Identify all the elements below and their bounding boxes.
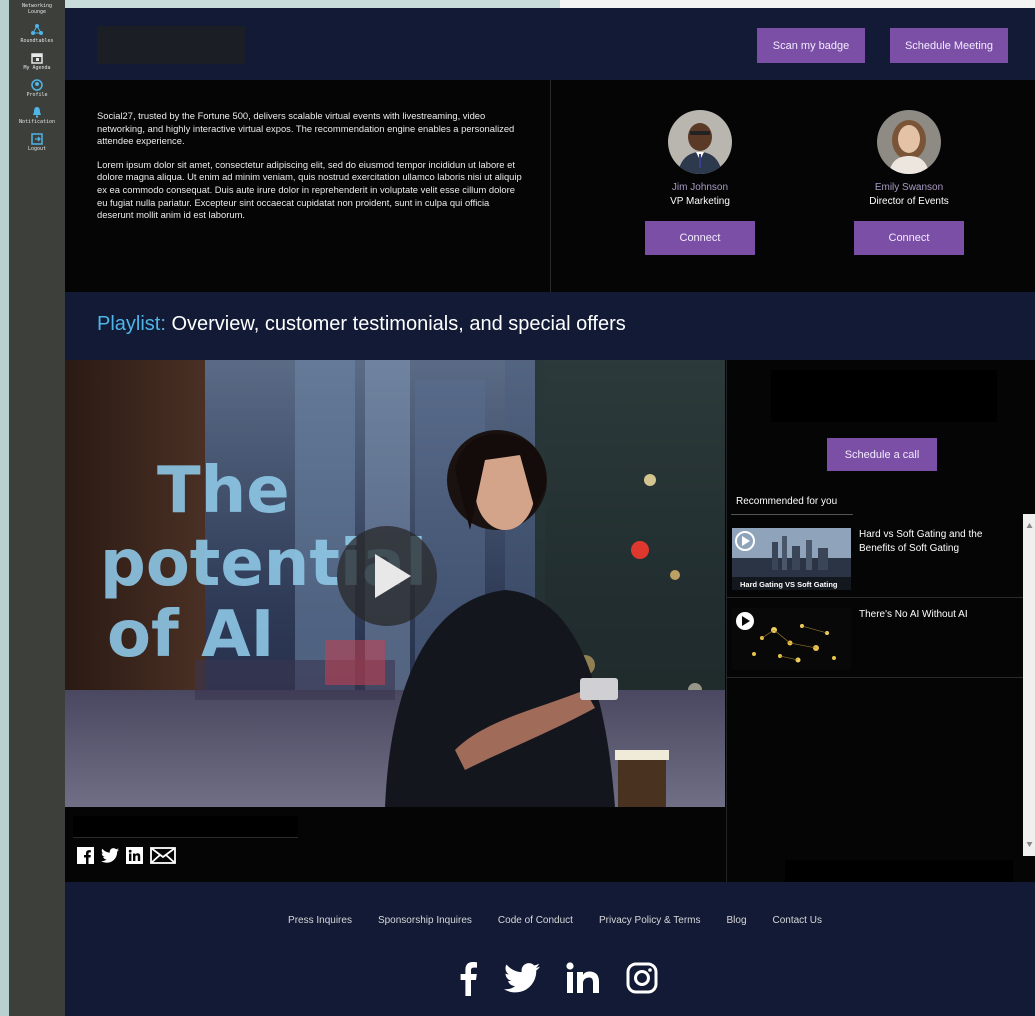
speaker-title: VP Marketing	[670, 196, 730, 207]
schedule-call-button[interactable]: Schedule a call	[827, 438, 937, 471]
email-icon[interactable]	[150, 847, 176, 864]
side-label: Roundtables	[20, 38, 54, 44]
overlay-line: The	[157, 454, 290, 528]
side-label: Logout	[27, 146, 47, 152]
footer-link-privacy[interactable]: Privacy Policy & Terms	[599, 915, 701, 926]
list-item[interactable]: There's No AI Without AI	[727, 600, 1027, 678]
bell-icon	[33, 107, 41, 118]
schedule-meeting-button[interactable]: Schedule Meeting	[890, 28, 1008, 63]
footer-link-press[interactable]: Press Inquires	[288, 915, 352, 926]
video-meta	[65, 807, 725, 882]
connect-button[interactable]: Connect	[854, 221, 964, 255]
footer-links: Press Inquires Sponsorship Inquires Code…	[65, 915, 1035, 926]
sidebar: Networking Lounge Roundtables My Agenda …	[9, 0, 65, 1016]
video-thumbnail[interactable]	[732, 608, 851, 670]
linkedin-icon[interactable]	[126, 847, 143, 864]
side-label: Profile	[26, 92, 48, 98]
calendar-icon	[31, 53, 43, 64]
recommendation-panel: Schedule a call Recommended for you Hard…	[726, 360, 1035, 882]
recommended-title[interactable]: There's No AI Without AI	[859, 608, 1009, 622]
footer-link-conduct[interactable]: Code of Conduct	[498, 915, 573, 926]
sponsor-logo	[771, 370, 997, 422]
event-logo	[97, 26, 245, 64]
about-paragraph: Lorem ipsum dolor sit amet, consectetur …	[97, 158, 522, 221]
playlist-name: Overview, customer testimonials, and spe…	[171, 313, 626, 335]
footer-social	[65, 960, 1035, 996]
sidebar-item-notification[interactable]: Notification	[9, 106, 65, 125]
playlist-label: Playlist:	[97, 313, 166, 335]
footer-link-blog[interactable]: Blog	[726, 915, 746, 926]
divider	[550, 80, 551, 292]
sidebar-item-profile[interactable]: Profile	[9, 79, 65, 98]
sidebar-item-roundtables[interactable]: Roundtables	[9, 23, 65, 44]
recommended-heading: Recommended for you	[736, 496, 838, 507]
page-footer: Press Inquires Sponsorship Inquires Code…	[65, 882, 1035, 1016]
sidebar-item-networking-lounge[interactable]: Networking Lounge	[9, 2, 65, 15]
play-button[interactable]	[337, 526, 437, 626]
sidebar-item-my-agenda[interactable]: My Agenda	[9, 52, 65, 71]
playlist-header: Playlist: Overview, customer testimonial…	[65, 292, 1035, 360]
screen-crop-strip	[560, 0, 1035, 8]
speaker-title: Director of Events	[869, 196, 949, 207]
scan-badge-button[interactable]: Scan my badge	[757, 28, 865, 63]
twitter-icon[interactable]	[504, 963, 540, 993]
video-player[interactable]: The potential of AI	[65, 360, 725, 807]
logout-icon	[31, 133, 43, 145]
overlay-line: of AI	[107, 598, 274, 672]
about-text: Social27, trusted by the Fortune 500, de…	[97, 110, 527, 233]
avatar[interactable]	[877, 110, 941, 174]
connect-button[interactable]: Connect	[645, 221, 755, 255]
speaker-card: Emily Swanson Director of Events Connect	[839, 110, 979, 255]
avatar[interactable]	[668, 110, 732, 174]
left-edge	[0, 0, 9, 1016]
info-section: Social27, trusted by the Fortune 500, de…	[65, 80, 1035, 292]
profile-icon	[31, 79, 43, 91]
side-label: Notification	[18, 119, 56, 125]
twitter-icon[interactable]	[101, 848, 119, 863]
footer-link-sponsorship[interactable]: Sponsorship Inquires	[378, 915, 472, 926]
facebook-icon[interactable]	[77, 847, 94, 864]
speaker-name: Emily Swanson	[874, 182, 944, 193]
speaker-card: Jim Johnson VP Marketing Connect	[630, 110, 770, 255]
network-icon	[31, 24, 43, 35]
footer-link-contact[interactable]: Contact Us	[773, 915, 822, 926]
thumb-caption: Hard Gating VS Soft Gating	[740, 580, 838, 589]
main-content: Scan my badge Schedule Meeting Social27,…	[65, 8, 1035, 1016]
recommended-title[interactable]: Hard vs Soft Gating and the Benefits of …	[859, 528, 1009, 556]
share-icons	[77, 847, 176, 864]
instagram-icon[interactable]	[626, 962, 658, 994]
side-label: My Agenda	[23, 65, 51, 71]
panel-footer-bar	[785, 860, 1013, 882]
side-label: Networking Lounge	[21, 3, 53, 15]
list-item[interactable]: Hard Gating VS Soft Gating Hard vs Soft …	[727, 520, 1027, 598]
speaker-name: Jim Johnson	[671, 182, 729, 193]
sidebar-item-logout[interactable]: Logout	[9, 133, 65, 152]
video-caption	[73, 816, 298, 838]
video-thumbnail[interactable]: Hard Gating VS Soft Gating	[732, 528, 851, 590]
divider	[731, 514, 853, 515]
page-header: Scan my badge Schedule Meeting	[65, 8, 1035, 80]
screen-crop-strip	[65, 0, 560, 8]
scrollbar[interactable]	[1023, 514, 1035, 856]
playlist-title: Playlist: Overview, customer testimonial…	[97, 313, 626, 336]
facebook-icon[interactable]	[458, 960, 478, 996]
about-paragraph: Social27, trusted by the Fortune 500, de…	[97, 110, 515, 147]
linkedin-icon[interactable]	[566, 962, 600, 994]
play-icon	[375, 554, 411, 598]
